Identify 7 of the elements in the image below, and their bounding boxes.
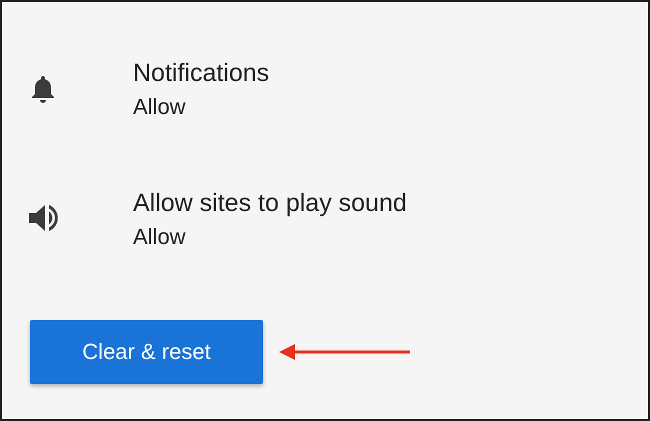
- bell-icon: [31, 76, 55, 104]
- speaker-icon: [29, 204, 59, 232]
- clear-reset-button[interactable]: Clear & reset: [30, 320, 263, 384]
- setting-value: Allow: [133, 223, 187, 251]
- setting-value: Allow: [133, 93, 187, 121]
- setting-title: Allow sites to play sound: [133, 188, 407, 219]
- setting-title: Notifications: [133, 58, 270, 89]
